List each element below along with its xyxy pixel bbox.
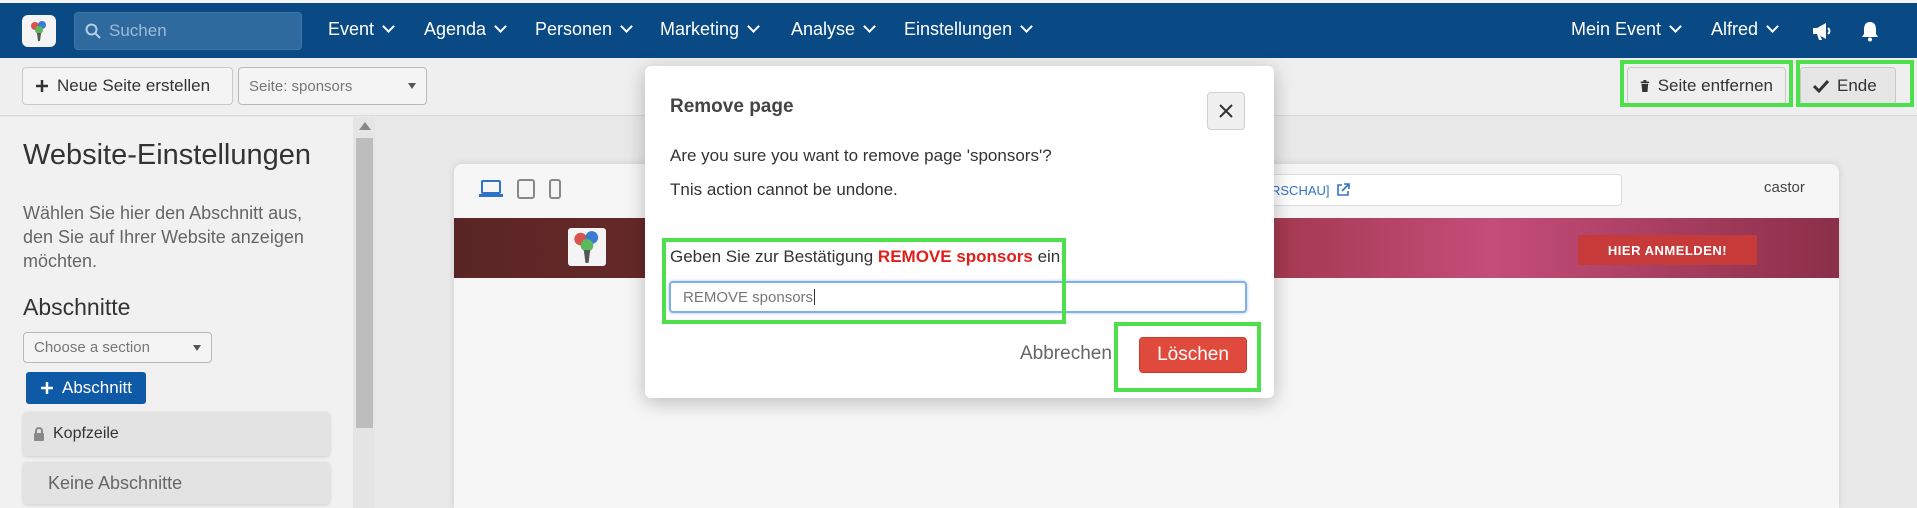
highlight-delete [1114,322,1261,392]
cancel-button[interactable]: Abbrechen [1020,343,1112,365]
highlight-confirm-field [662,238,1066,324]
dialog-question: Are you sure you want to remove page 'sp… [670,146,1052,165]
dialog-warning: Tnis action cannot be undone. [670,180,898,199]
dialog-title: Remove page [670,96,794,117]
close-icon [1219,104,1233,118]
dialog-close-button[interactable] [1207,92,1245,130]
